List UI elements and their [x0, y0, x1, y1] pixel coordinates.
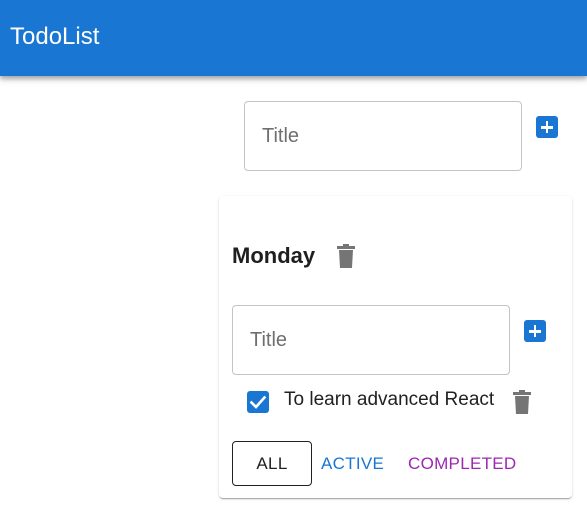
delete-list-trash-icon[interactable] [337, 244, 355, 268]
delete-task-trash-icon[interactable] [513, 390, 531, 414]
checkmark-icon [249, 395, 267, 409]
filter-active-button[interactable]: ACTIVE [321, 441, 384, 486]
filter-completed-button[interactable]: COMPLETED [408, 441, 517, 486]
add-task-icon[interactable] [524, 320, 546, 342]
app-title: TodoList [10, 23, 100, 50]
app-bar: TodoList [0, 0, 587, 76]
todolist-card: Monday To learn advanced React ALL ACTIV… [219, 196, 572, 498]
new-task-title-field[interactable] [232, 305, 510, 375]
new-task-title-input[interactable] [233, 306, 509, 374]
task-title: To learn advanced React [284, 389, 495, 410]
add-list-icon[interactable] [536, 116, 558, 138]
filter-all-button[interactable]: ALL [232, 441, 312, 486]
new-list-title-input[interactable] [245, 102, 521, 170]
list-title: Monday [232, 243, 316, 268]
task-done-checkbox[interactable] [247, 391, 269, 413]
new-list-title-field[interactable] [244, 101, 522, 171]
